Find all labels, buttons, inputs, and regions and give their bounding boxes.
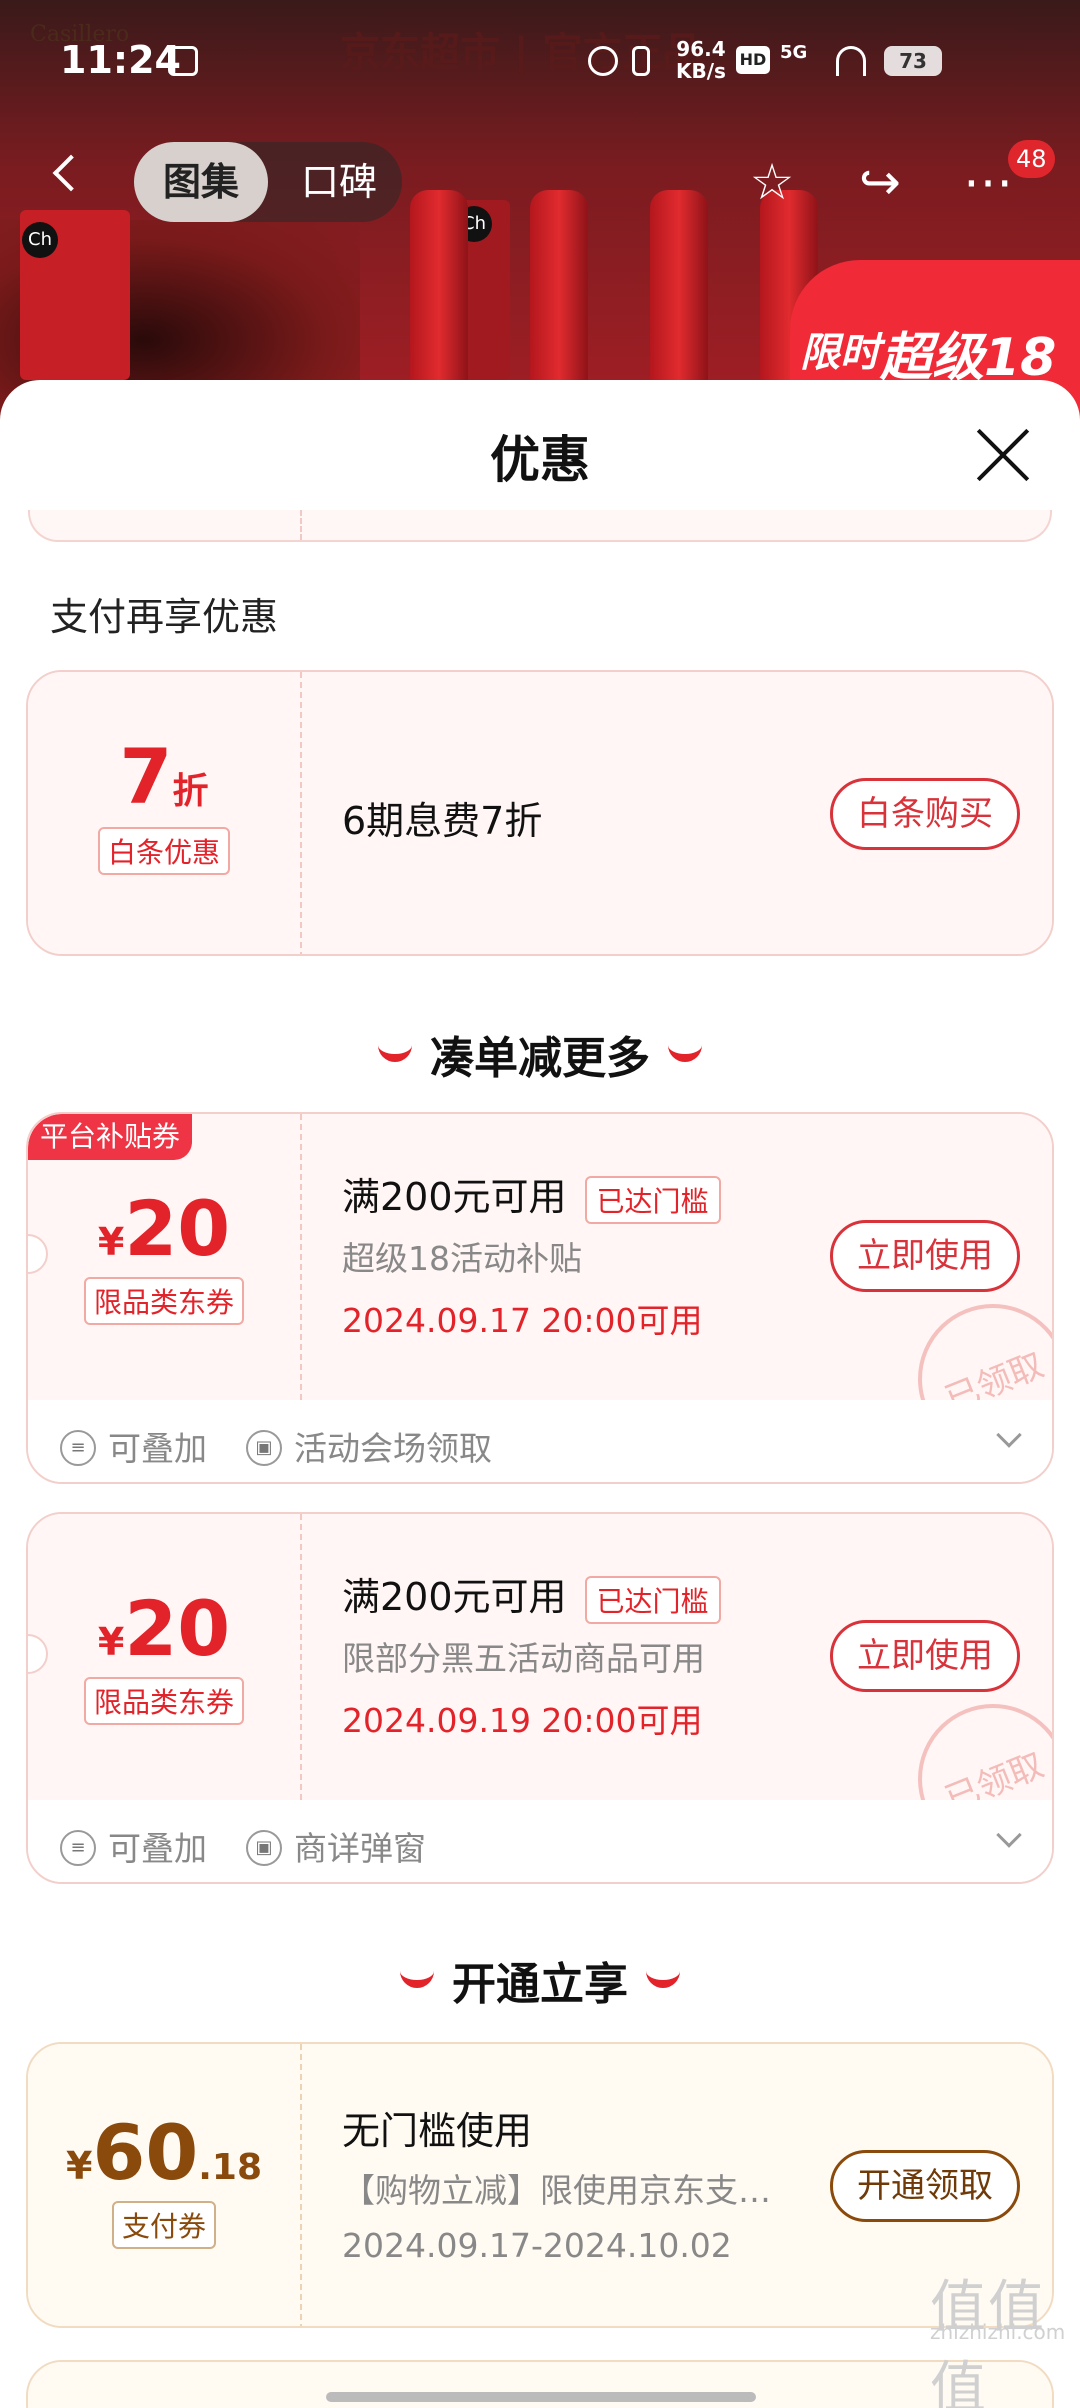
activate-claim-button[interactable]: 开通领取: [830, 2150, 1020, 2222]
coupon-card: ¥20 限品类东券 满200元可用 已达门槛 限部分黑五活动商品可用 2024.0…: [26, 1512, 1054, 1884]
baitiao-tag: 白条优惠: [97, 827, 230, 875]
super18-label: 超级18: [880, 328, 1057, 388]
vibrate-icon: [632, 46, 650, 76]
use-now-button[interactable]: 立即使用: [830, 1620, 1020, 1692]
combo-section-heading: 凑单减更多: [0, 1022, 1080, 1086]
coupon-amount: 20: [124, 1584, 231, 1673]
source-label: 商详弹窗: [294, 1829, 426, 1868]
signal-5g-icon: 5G: [780, 42, 808, 63]
pay-coupon-title: 无门槛使用: [342, 2109, 533, 2153]
coupon-title: 满200元可用 已达门槛: [342, 1566, 721, 1624]
star-icon[interactable]: ☆: [740, 150, 804, 214]
coupon-amount-block: ¥20 限品类东券: [28, 1584, 300, 1725]
coupon-footer[interactable]: ≡ 可叠加 ▣ 活动会场领取: [28, 1400, 1052, 1482]
stackable-info: ≡ 可叠加: [60, 1422, 207, 1470]
pay-coupon-amount-block: ¥60.18 支付券: [28, 2108, 300, 2249]
hd-icon: HD: [736, 46, 770, 74]
sheet-title: 优惠: [490, 431, 590, 489]
notification-icon: [168, 46, 198, 76]
swoosh-icon: [378, 1044, 412, 1062]
message-count-badge: 48: [1008, 140, 1055, 178]
coupon-card: 平台补贴券 ¥20 限品类东券 满200元可用 已达门槛 超级18活动补贴 202…: [26, 1112, 1054, 1484]
stackable-label: 可叠加: [108, 1829, 207, 1868]
baitiao-buy-button[interactable]: 白条购买: [830, 778, 1020, 850]
battery-icon: 73: [884, 46, 942, 76]
coupon-date: 2024.09.17 20:00可用: [342, 1301, 703, 1340]
currency-symbol: ¥: [97, 1220, 125, 1264]
stack-icon: ≡: [60, 1429, 96, 1466]
pay-coupon-description: 【购物立减】限使用京东支…: [342, 2171, 771, 2210]
swoosh-icon: [646, 1970, 680, 1988]
coupon-date: 2024.09.19 20:00可用: [342, 1701, 703, 1740]
reached-badge: 已达门槛: [584, 1175, 721, 1224]
tab-gallery[interactable]: 图集: [134, 142, 268, 222]
coupon-amount-block: ¥20 限品类东券: [28, 1184, 300, 1325]
coupon-threshold: 满200元可用: [342, 1175, 567, 1219]
use-now-button[interactable]: 立即使用: [830, 1220, 1020, 1292]
chevron-down-icon[interactable]: [996, 1822, 1022, 1848]
pay-coupon-amount-int: 60: [92, 2108, 199, 2197]
source-info: ▣ 商详弹窗: [246, 1822, 426, 1870]
coupon-amount: 20: [124, 1184, 231, 1273]
coupon-type-tag: 限品类东券: [83, 1677, 244, 1725]
clock: 11:24: [60, 38, 181, 82]
swoosh-icon: [400, 1970, 434, 1988]
currency-symbol: ¥: [66, 2144, 93, 2188]
baitiao-title: 6期息费7折: [342, 799, 543, 843]
open-section-heading: 开通立享: [0, 1948, 1080, 2012]
baitiao-unit: 折: [172, 771, 209, 812]
swoosh-icon: [668, 1044, 702, 1062]
coupon-title: 满200元可用 已达门槛: [342, 1166, 721, 1224]
coupon-threshold: 满200元可用: [342, 1575, 567, 1619]
coupon-type-tag: 限品类东券: [83, 1277, 244, 1325]
watermark-site: zhizhizhi.com: [930, 2320, 1066, 2344]
baitiao-amount: 7: [119, 732, 173, 821]
reached-badge: 已达门槛: [584, 1575, 721, 1624]
chevron-down-icon[interactable]: [996, 1422, 1022, 1448]
share-icon[interactable]: ↪: [848, 150, 912, 214]
ch-logo-icon: Ch: [22, 222, 58, 258]
alarm-icon: [588, 46, 618, 76]
currency-symbol: ¥: [97, 1620, 125, 1664]
status-bar: 11:24 96.4 KB/s HD 5G 73: [0, 0, 1080, 120]
coupon-source-icon: ▣: [246, 1829, 282, 1866]
pay-section-label: 支付再享优惠: [50, 595, 279, 639]
close-icon[interactable]: [972, 424, 1034, 486]
baitiao-card: 7折 白条优惠 6期息费7折 白条购买: [26, 670, 1054, 956]
source-info: ▣ 活动会场领取: [246, 1422, 492, 1470]
limit-label: 限时: [800, 330, 880, 376]
open-heading-text: 开通立享: [452, 1959, 628, 2010]
coupon-description: 限部分黑五活动商品可用: [342, 1639, 705, 1678]
pay-coupon-amount-dec: .18: [198, 2147, 262, 2188]
home-indicator[interactable]: [326, 2392, 756, 2402]
media-tabs: 图集 口碑: [134, 142, 402, 222]
stackable-label: 可叠加: [108, 1429, 207, 1468]
previous-card-edge: [28, 510, 1052, 542]
baitiao-amount-block: 7折 白条优惠: [28, 732, 300, 875]
pay-coupon-date: 2024.09.17-2024.10.02: [342, 2226, 732, 2265]
source-label: 活动会场领取: [294, 1429, 492, 1468]
stack-icon: ≡: [60, 1829, 96, 1866]
coupon-source-icon: ▣: [246, 1429, 282, 1466]
network-speed: 96.4 KB/s: [676, 38, 726, 82]
wifi-icon: [836, 46, 866, 76]
platform-subsidy-tag: 平台补贴券: [28, 1114, 193, 1160]
coupon-description: 超级18活动补贴: [342, 1239, 582, 1278]
discount-sheet: 优惠 支付再享优惠 7折 白条优惠 6期息费7折 白条购买 凑单减更多 平台补贴…: [0, 380, 1080, 2408]
stackable-info: ≡ 可叠加: [60, 1822, 207, 1870]
pay-coupon-card: ¥60.18 支付券 无门槛使用 【购物立减】限使用京东支… 2024.09.1…: [26, 2042, 1054, 2328]
coupon-footer[interactable]: ≡ 可叠加 ▣ 商详弹窗: [28, 1800, 1052, 1882]
tab-reviews[interactable]: 口碑: [284, 142, 394, 222]
pay-coupon-tag: 支付券: [111, 2201, 216, 2249]
net-speed-unit: KB/s: [676, 59, 726, 83]
net-speed-value: 96.4: [676, 37, 726, 61]
combo-heading-text: 凑单减更多: [430, 1033, 650, 1084]
